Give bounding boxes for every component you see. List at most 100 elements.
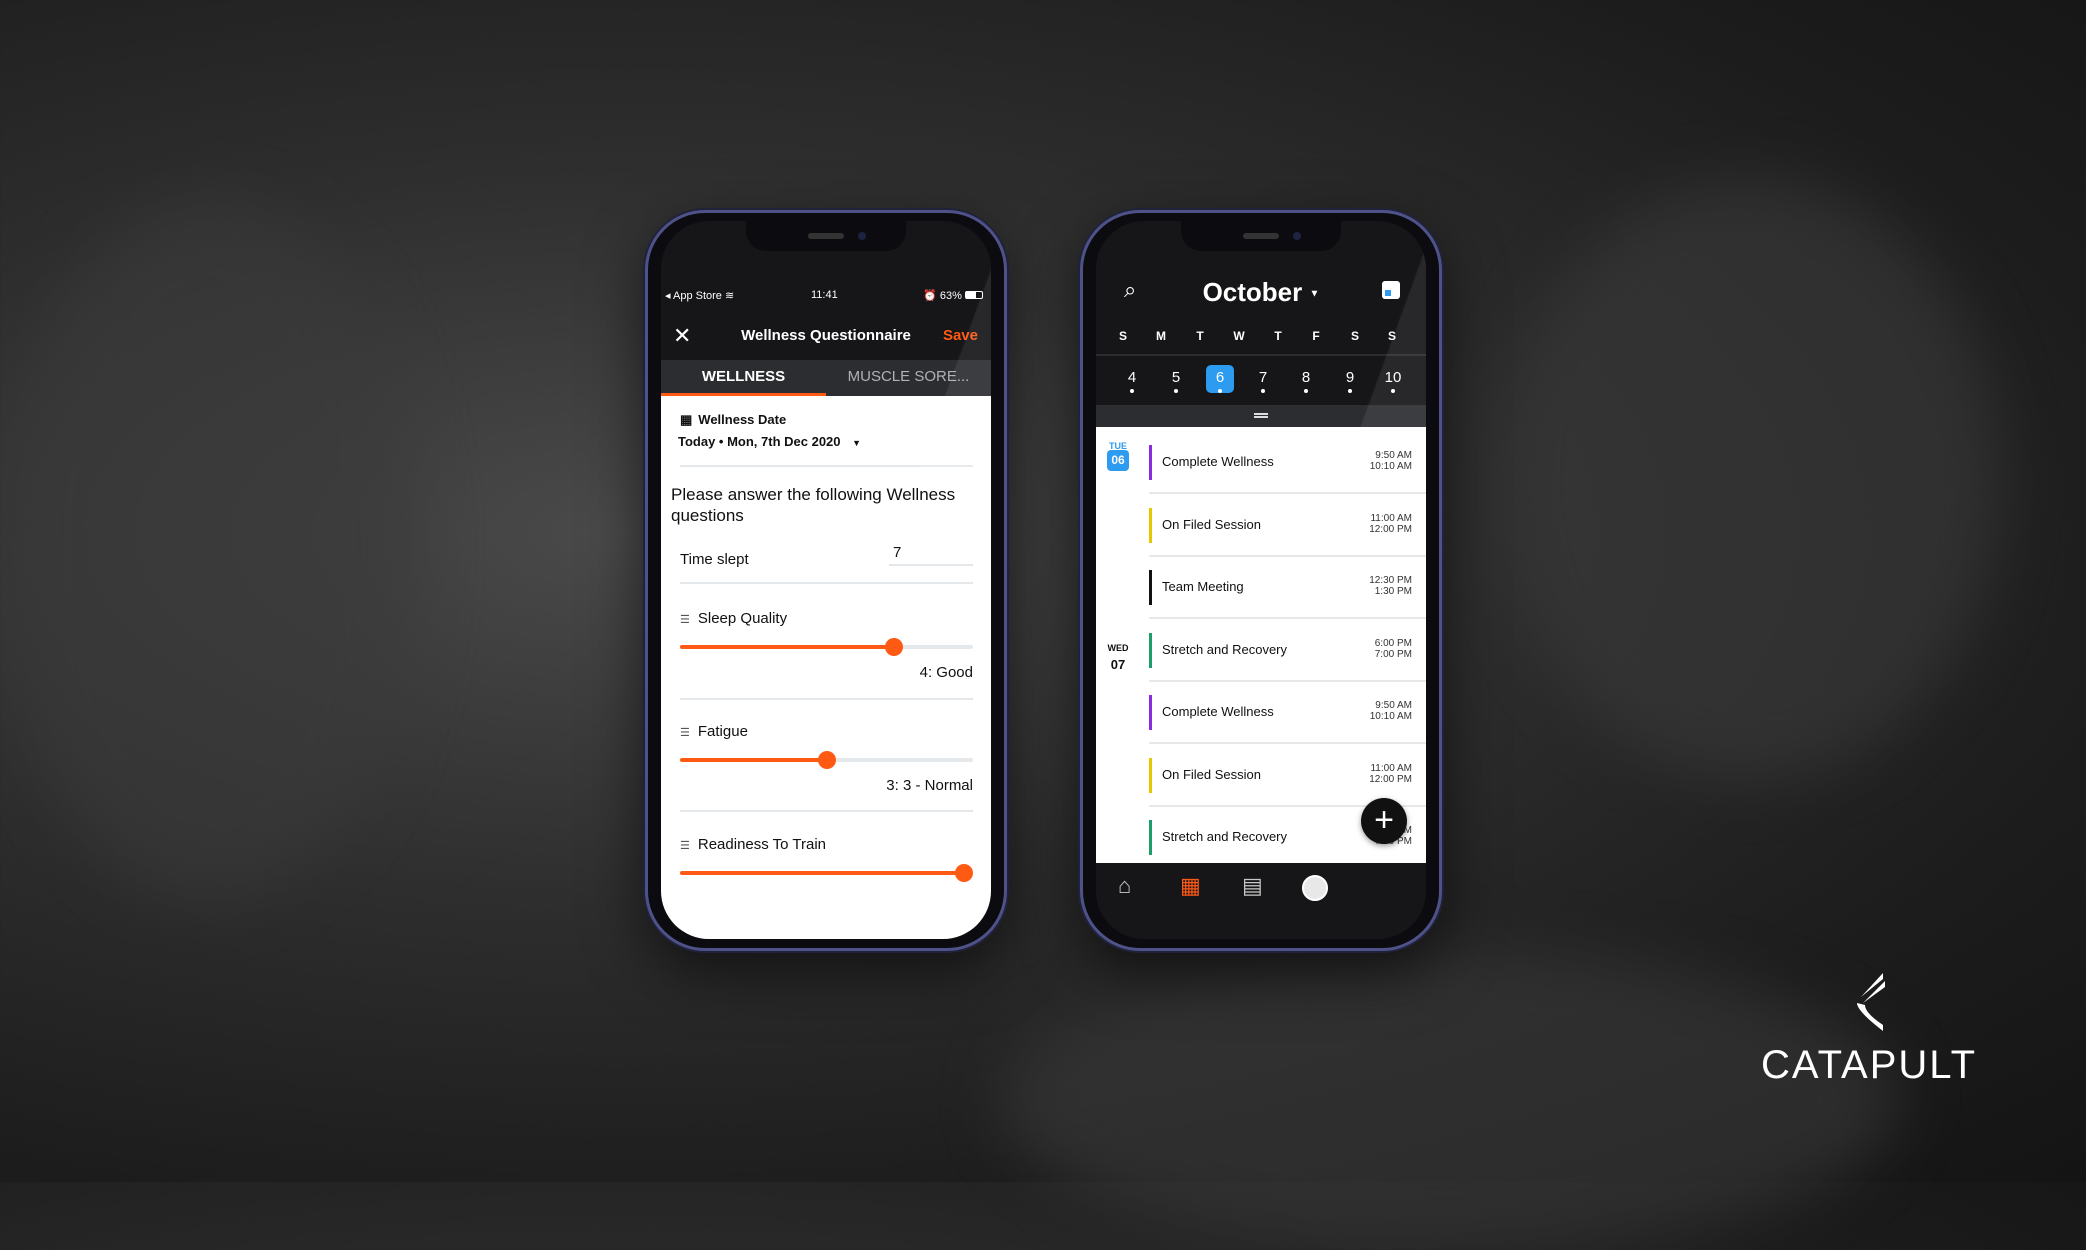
chevron-down-icon: ▼ (852, 438, 862, 448)
event-dot (1304, 389, 1308, 393)
wellness-phone: ◂ App Store ≋ 11:41 ⏰ 63% ✕ Wellness Que… (645, 210, 1007, 951)
event-time: 12:30 PM 1:30 PM (1369, 575, 1412, 597)
time-slept-input[interactable]: 7 (889, 544, 973, 566)
event-color-bar (1149, 507, 1152, 543)
page-title: Wellness Questionnaire (741, 327, 911, 344)
sleep-quality-label: ☰ Sleep Quality (680, 610, 788, 627)
event-title: Stretch and Recovery (1162, 641, 1288, 657)
sleep-quality-value: 4: Good (919, 664, 973, 681)
date-5[interactable]: 5 (1162, 365, 1190, 393)
event-row[interactable]: Complete Wellness 9:50 AM 10:10 AM (1149, 682, 1426, 744)
day-number-07[interactable]: 07 (1105, 657, 1131, 672)
weekday-label: M (1156, 329, 1166, 343)
time-slept-label: Time slept (680, 551, 749, 568)
wellness-date-picker[interactable]: Today • Mon, 7th Dec 2020 ▼ (678, 434, 861, 449)
profile-avatar[interactable] (1302, 875, 1328, 901)
event-title: Stretch and Recovery (1162, 829, 1288, 844)
drag-handle[interactable] (1096, 405, 1426, 427)
date-number: 8 (1301, 369, 1311, 386)
date-value: Today • Mon, 7th Dec 2020 (678, 434, 841, 449)
sleep-quality-slider[interactable] (680, 638, 973, 656)
event-color-bar (1149, 632, 1152, 668)
intro-text: Please answer the following Wellness que… (671, 485, 956, 525)
event-color-bar (1149, 757, 1152, 793)
month-selector[interactable]: October ▼ (1096, 277, 1426, 308)
event-title: On Filed Session (1162, 766, 1261, 782)
battery-icon (965, 291, 983, 299)
date-number: 4 (1127, 369, 1137, 386)
event-time: 11:00 AM 12:00 PM (1369, 512, 1412, 535)
event-row[interactable]: Complete Wellness 9:50 AM 10:10 AM (1149, 432, 1426, 494)
weekday-label: S (1350, 329, 1359, 343)
date-6[interactable]: 6 (1206, 365, 1234, 393)
calendar-phone: ⌕ October ▼ SMTWTFSS 4 5 6 7 8 9 10 TUE 06 WED… (1080, 210, 1442, 951)
sliders-icon: ☰ (680, 840, 690, 852)
date-7[interactable]: 7 (1249, 365, 1277, 393)
date-number: 7 (1258, 369, 1268, 386)
event-dot (1391, 389, 1395, 393)
questionnaire-form: ▦ Wellness Date Today • Mon, 7th Dec 2020… (661, 396, 991, 939)
wellness-date-label: ▦ Wellness Date (680, 412, 787, 427)
battery-status: ⏰ 63% (923, 289, 983, 302)
calendar-icon: ▦ (680, 412, 693, 427)
slider-thumb[interactable] (884, 638, 903, 656)
event-title: Complete Wellness (1162, 704, 1274, 719)
home-icon[interactable]: ⌂ (1118, 873, 1131, 899)
date-number: 6 (1215, 369, 1225, 386)
sliders-icon: ☰ (680, 614, 690, 626)
event-row[interactable]: Team Meeting 12:30 PM 1:30 PM (1149, 557, 1426, 619)
chevron-down-icon: ▼ (1309, 288, 1320, 300)
save-button[interactable]: Save (943, 327, 978, 344)
date-number: 9 (1345, 369, 1355, 386)
slider-thumb[interactable] (817, 751, 836, 769)
date-9[interactable]: 9 (1336, 365, 1364, 393)
event-title: On Filed Session (1162, 516, 1261, 532)
calendar-icon[interactable]: ▦ (1180, 873, 1201, 899)
status-bar: ◂ App Store ≋ 11:41 ⏰ 63% (661, 289, 991, 305)
event-dot (1218, 389, 1222, 393)
date-8[interactable]: 8 (1292, 365, 1320, 393)
event-color-bar (1149, 570, 1152, 605)
event-time: 9:50 AM 10:10 AM (1369, 450, 1412, 472)
event-dot (1174, 389, 1178, 393)
fatigue-label: ☰ Fatigue (680, 723, 748, 740)
event-row[interactable]: Stretch and Recovery 6:00 PM7:00 PM (1149, 620, 1426, 682)
date-number: 10 (1384, 369, 1402, 386)
date-4[interactable]: 4 (1118, 365, 1146, 393)
weekday-label: S (1118, 329, 1127, 343)
catapult-logo: CATAPULT (1753, 971, 1985, 1087)
date-10[interactable]: 10 (1379, 365, 1407, 393)
brand-name: CATAPULT (1760, 1043, 1978, 1087)
readiness-label: ☰ Readiness To Train (680, 836, 827, 853)
calendar-screen: ⌕ October ▼ SMTWTFSS 4 5 6 7 8 9 10 TUE 06 WED… (1096, 221, 1426, 939)
fatigue-slider[interactable] (680, 751, 973, 769)
event-row[interactable]: On Filed Session 11:00 AM 12:00 PM (1149, 495, 1426, 557)
weekday-label: T (1196, 329, 1204, 343)
wellness-screen: ◂ App Store ≋ 11:41 ⏰ 63% ✕ Wellness Que… (661, 221, 991, 939)
event-title: Complete Wellness (1162, 454, 1274, 469)
readiness-slider[interactable] (680, 864, 974, 882)
alarm-icon: ⏰ (923, 290, 937, 302)
weekday-label: W (1233, 329, 1245, 343)
notch (1181, 221, 1341, 251)
fatigue-value: 3: 3 - Normal (886, 777, 973, 794)
event-color-bar (1149, 820, 1152, 855)
weekday-label: T (1274, 329, 1282, 343)
event-dot (1130, 389, 1134, 393)
add-event-button[interactable]: + (1361, 798, 1407, 844)
back-to-app[interactable]: ◂ App Store ≋ (665, 289, 734, 302)
sliders-icon: ☰ (680, 727, 690, 739)
calendar-today-icon[interactable] (1382, 281, 1400, 299)
notch (746, 221, 906, 251)
event-dot (1348, 389, 1352, 393)
event-time: 11:00 AM 12:00 PM (1369, 762, 1412, 785)
tab-muscle-soreness[interactable]: MUSCLE SORE... (826, 360, 991, 396)
slider-thumb[interactable] (955, 864, 974, 882)
tab-wellness[interactable]: WELLNESS (661, 360, 826, 396)
document-icon[interactable]: ▤ (1242, 873, 1263, 899)
event-title: Team Meeting (1162, 579, 1244, 594)
back-app-label: App Store (672, 290, 722, 302)
tab-bar: WELLNESS MUSCLE SORE... (661, 360, 991, 396)
month-label: October (1202, 277, 1303, 307)
day-number-06[interactable]: 06 (1107, 450, 1129, 471)
